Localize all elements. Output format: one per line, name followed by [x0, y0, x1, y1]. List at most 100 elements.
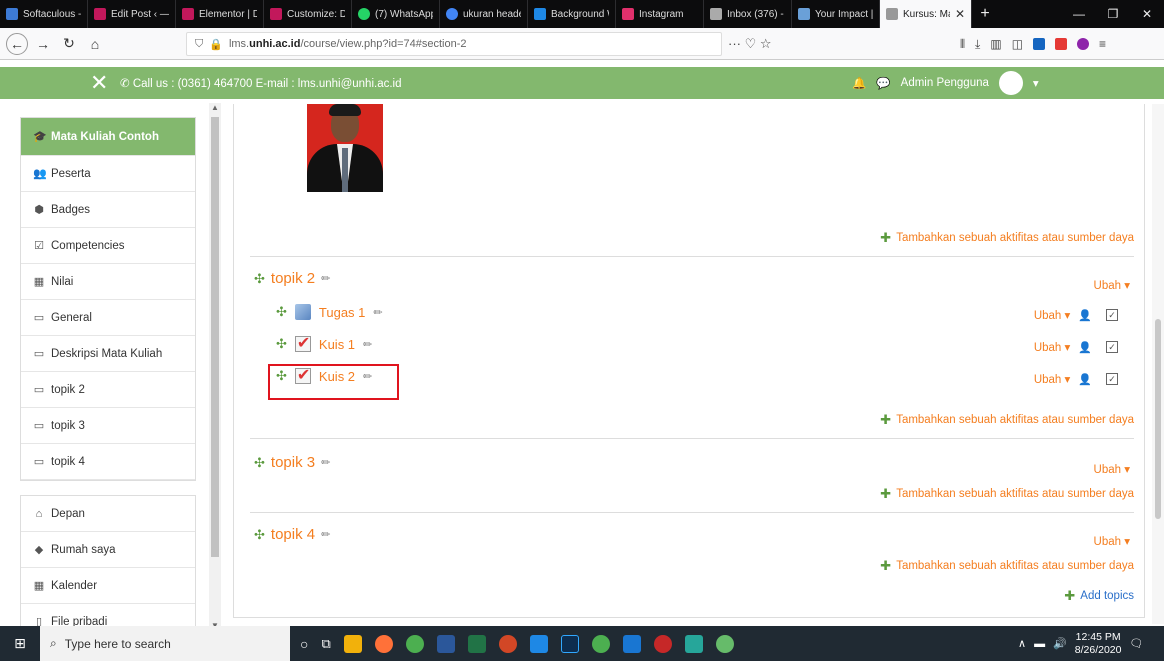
- sidebar-item-nilai[interactable]: ▦ Nilai: [21, 264, 195, 300]
- completion-checkbox[interactable]: ✓: [1106, 309, 1118, 321]
- sidebar-item-topik-4[interactable]: ▭ topik 4: [21, 444, 195, 480]
- sidebar-item-depan[interactable]: ⌂ Depan: [21, 496, 195, 532]
- bookmarks-icon[interactable]: ▥: [990, 37, 1001, 51]
- sidebar-item-topik-3[interactable]: ▭ topik 3: [21, 408, 195, 444]
- excel-icon[interactable]: [467, 634, 486, 653]
- chevron-up-icon[interactable]: ∧: [1018, 637, 1026, 650]
- move-icon[interactable]: ✣: [276, 304, 287, 320]
- browser-tab[interactable]: (7) WhatsApp: [352, 0, 440, 28]
- network-icon[interactable]: ▬: [1034, 638, 1045, 650]
- add-activity-link[interactable]: ✚ Tambahkan sebuah aktifitas atau sumber …: [880, 230, 1134, 246]
- browser-tab[interactable]: Background W: [528, 0, 616, 28]
- person-icon[interactable]: 👤: [1078, 373, 1092, 386]
- pencil-icon[interactable]: ✏: [373, 306, 382, 319]
- word-icon[interactable]: [436, 634, 455, 653]
- sidebar-item-course-home[interactable]: 🎓 Mata Kuliah Contoh: [21, 118, 195, 156]
- move-icon[interactable]: ✣: [254, 271, 265, 287]
- pencil-icon[interactable]: ✏: [321, 272, 330, 285]
- edit-menu-button[interactable]: Ubah ▾: [1034, 308, 1070, 322]
- sidebar-item-badges[interactable]: ⬢ Badges: [21, 192, 195, 228]
- browser-tab[interactable]: Elementor | Do: [176, 0, 264, 28]
- home-icon[interactable]: ⌂: [84, 33, 106, 55]
- download-icon[interactable]: ⤓: [975, 37, 980, 52]
- firefox-icon[interactable]: [374, 634, 393, 653]
- browser-tab[interactable]: Inbox (376) - k: [704, 0, 792, 28]
- edit-menu-button[interactable]: Ubah ▾: [1094, 462, 1130, 476]
- extension-icon[interactable]: [1033, 38, 1046, 50]
- edit-menu-button[interactable]: Ubah ▾: [1094, 278, 1130, 292]
- add-activity-link[interactable]: ✚ Tambahkan sebuah aktifitas atau sumber …: [880, 486, 1134, 502]
- cortana-icon[interactable]: ○: [300, 636, 308, 652]
- sidebar-scrollbar[interactable]: ▲ ▼: [209, 103, 221, 633]
- chevron-down-icon[interactable]: ▾: [1033, 76, 1039, 90]
- task-view-icon[interactable]: ⧉: [321, 636, 330, 652]
- pencil-icon[interactable]: ✏: [321, 528, 330, 541]
- url-bar[interactable]: ⛉ 🔒 lms.unhi.ac.id/course/view.php?id=74…: [186, 32, 722, 56]
- chrome-icon[interactable]: [405, 634, 424, 653]
- move-icon[interactable]: ✣: [276, 336, 287, 352]
- sidebar-item-kalender[interactable]: ▦ Kalender: [21, 568, 195, 604]
- edit-menu-button[interactable]: Ubah ▾: [1094, 534, 1130, 548]
- close-drawer-icon[interactable]: ✕: [90, 70, 108, 96]
- browser-tab[interactable]: Customize: Do: [264, 0, 352, 28]
- browser-tab[interactable]: Edit Post ‹ — W: [88, 0, 176, 28]
- pencil-icon[interactable]: ✏: [363, 338, 372, 351]
- photoshop-icon[interactable]: [560, 634, 579, 653]
- add-activity-link[interactable]: ✚ Tambahkan sebuah aktifitas atau sumber …: [880, 412, 1134, 428]
- page-scrollbar[interactable]: [1152, 104, 1164, 624]
- user-name[interactable]: Admin Pengguna: [901, 77, 989, 89]
- extension-icon[interactable]: [1077, 38, 1090, 50]
- reload-icon[interactable]: ↻: [58, 33, 80, 55]
- completion-checkbox[interactable]: ✓: [1106, 341, 1118, 353]
- completion-checkbox[interactable]: ✓: [1106, 373, 1118, 385]
- add-activity-link[interactable]: ✚ Tambahkan sebuah aktifitas atau sumber …: [880, 558, 1134, 574]
- sidebar-item-topik-2[interactable]: ▭ topik 2: [21, 372, 195, 408]
- sidebar-item-rumah-saya[interactable]: ◆ Rumah saya: [21, 532, 195, 568]
- move-icon[interactable]: ✣: [254, 455, 265, 471]
- extension-icon[interactable]: [1055, 38, 1068, 50]
- file-explorer-icon[interactable]: [343, 634, 362, 653]
- close-window-icon[interactable]: ✕: [1130, 0, 1164, 28]
- sidebar-item-competencies[interactable]: ☑ Competencies: [21, 228, 195, 264]
- browser-tab[interactable]: ukuran header: [440, 0, 528, 28]
- sidebar-item-deskripsi[interactable]: ▭ Deskripsi Mata Kuliah: [21, 336, 195, 372]
- app-icon[interactable]: [715, 634, 734, 653]
- volume-icon[interactable]: 🔊: [1053, 637, 1067, 650]
- browser-tab[interactable]: Instagram: [616, 0, 704, 28]
- app-icon[interactable]: [591, 634, 610, 653]
- chat-icon[interactable]: 💬: [876, 76, 890, 90]
- browser-tab[interactable]: Softaculous - S: [0, 0, 88, 28]
- avatar[interactable]: [998, 71, 1023, 95]
- app-icon[interactable]: [622, 634, 641, 653]
- back-icon[interactable]: ←: [6, 32, 28, 55]
- browser-tab[interactable]: Your Impact | T: [792, 0, 880, 28]
- clock[interactable]: 12:45 PM 8/26/2020: [1075, 631, 1122, 657]
- minimize-icon[interactable]: —: [1062, 0, 1096, 28]
- taskbar-search[interactable]: ⌕ Type here to search: [40, 626, 290, 661]
- sidebar-icon[interactable]: ◫: [1012, 37, 1023, 51]
- forward-icon[interactable]: →: [32, 33, 54, 55]
- app-icon[interactable]: [684, 634, 703, 653]
- app-icon[interactable]: [653, 634, 672, 653]
- edit-menu-button[interactable]: Ubah ▾: [1034, 340, 1070, 354]
- add-topics-link[interactable]: ✚ Add topics: [1064, 588, 1134, 604]
- person-icon[interactable]: 👤: [1078, 309, 1092, 322]
- sidebar-item-peserta[interactable]: 👥 Peserta: [21, 156, 195, 192]
- browser-tab-active[interactable]: Kursus: Mat✕: [880, 0, 972, 28]
- new-tab-button[interactable]: +: [972, 0, 998, 28]
- pencil-icon[interactable]: ✏: [321, 456, 330, 469]
- person-icon[interactable]: 👤: [1078, 341, 1092, 354]
- sidebar-item-general[interactable]: ▭ General: [21, 300, 195, 336]
- library-icon[interactable]: ⫴: [960, 37, 965, 52]
- restore-icon[interactable]: ❐: [1096, 0, 1130, 28]
- scroll-thumb[interactable]: [1155, 319, 1161, 519]
- menu-icon[interactable]: ≡: [1099, 37, 1106, 51]
- windows-start-icon[interactable]: ⊞: [0, 626, 40, 661]
- scroll-thumb[interactable]: [211, 117, 219, 557]
- vscode-icon[interactable]: [529, 634, 548, 653]
- move-icon[interactable]: ✣: [254, 527, 265, 543]
- notifications-icon[interactable]: 🗨: [1129, 637, 1143, 650]
- bell-icon[interactable]: 🔔: [852, 76, 866, 90]
- edit-menu-button[interactable]: Ubah ▾: [1034, 372, 1070, 386]
- powerpoint-icon[interactable]: [498, 634, 517, 653]
